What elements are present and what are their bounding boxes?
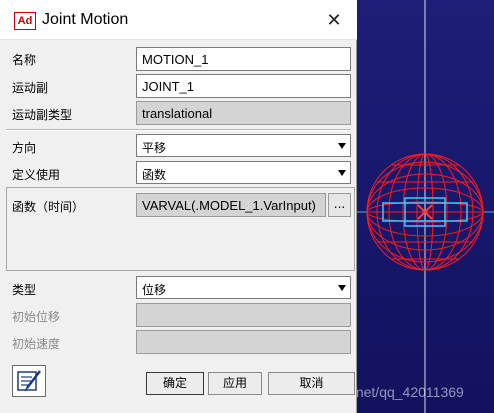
adams-app-icon: Ad: [14, 12, 36, 30]
pencil-form-icon: [17, 370, 41, 392]
define-using-label: 定义使用: [12, 168, 61, 182]
direction-value: 平移: [142, 141, 167, 155]
function-label: 函数（时间）: [12, 200, 85, 214]
direction-select[interactable]: 平移: [136, 134, 351, 157]
initial-velocity-field: [136, 330, 351, 354]
define-using-select[interactable]: 函数: [136, 161, 351, 184]
joint-type-field: translational: [136, 101, 351, 125]
joint-type-label: 运动副类型: [12, 108, 73, 122]
initial-displacement-label: 初始位移: [12, 310, 61, 324]
close-icon[interactable]: ✕: [318, 6, 350, 36]
apply-button[interactable]: 应用: [208, 372, 262, 395]
chevron-down-icon: [338, 143, 346, 149]
function-browse-button[interactable]: ...: [328, 193, 351, 217]
function-builder-icon[interactable]: [12, 365, 46, 397]
joint-motion-dialog: Ad Joint Motion ✕ 名称 MOTION_1 运动副 JOINT_…: [0, 0, 357, 413]
initial-displacement-field: [136, 303, 351, 327]
ok-button[interactable]: 确定: [146, 372, 204, 395]
cancel-button[interactable]: 取消: [268, 372, 355, 395]
dialog-title: Joint Motion: [42, 11, 129, 28]
define-using-value: 函数: [142, 168, 167, 182]
type-select[interactable]: 位移: [136, 276, 351, 299]
name-label: 名称: [12, 53, 37, 67]
initial-velocity-label: 初始速度: [12, 337, 61, 351]
name-field[interactable]: MOTION_1: [136, 47, 351, 71]
direction-label: 方向: [12, 141, 37, 155]
dialog-titlebar[interactable]: Ad Joint Motion ✕: [0, 0, 357, 40]
type-value: 位移: [142, 283, 167, 297]
function-field[interactable]: VARVAL(.MODEL_1.VarInput): [136, 193, 326, 217]
joint-field[interactable]: JOINT_1: [136, 74, 351, 98]
section-divider: [6, 129, 351, 131]
chevron-down-icon: [338, 285, 346, 291]
type-label: 类型: [12, 283, 37, 297]
chevron-down-icon: [338, 170, 346, 176]
joint-label: 运动副: [12, 81, 49, 95]
